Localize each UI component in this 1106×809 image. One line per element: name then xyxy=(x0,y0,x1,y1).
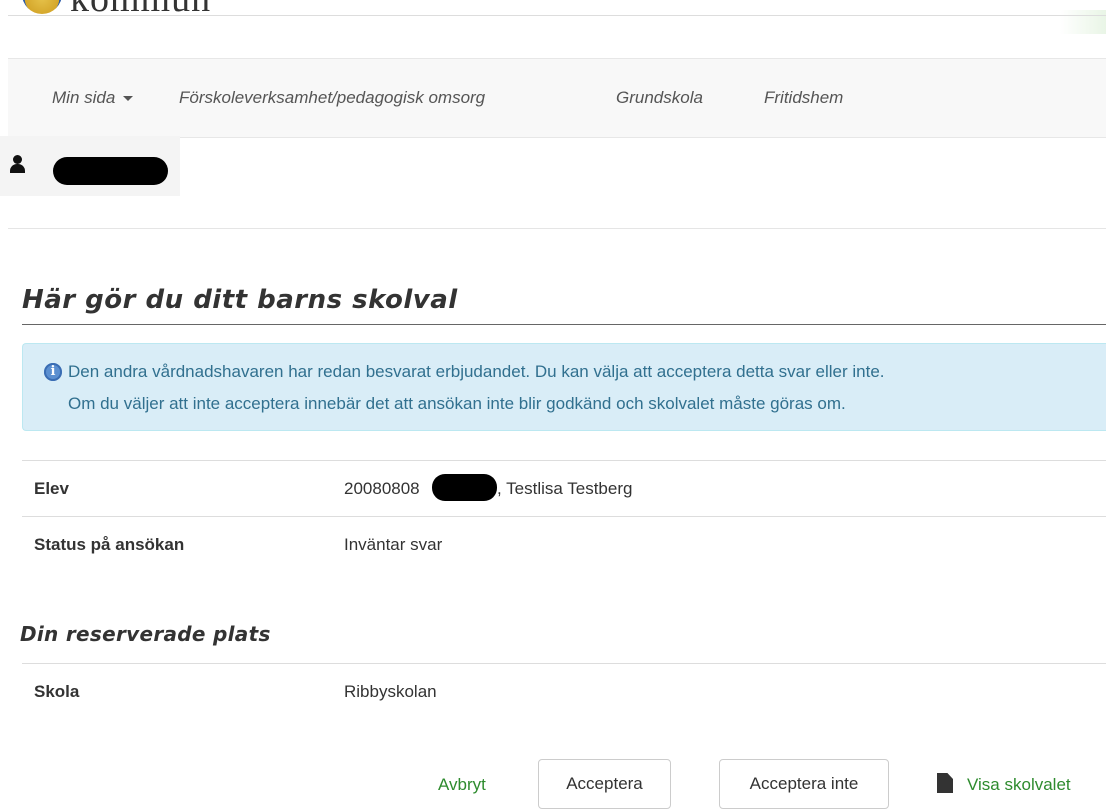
nav-item-label: Min sida xyxy=(52,88,116,107)
value-status: Inväntar svar xyxy=(344,535,443,554)
label-status: Status på ansökan xyxy=(34,535,185,554)
title-underline xyxy=(22,324,1106,325)
value-skola: Ribbyskolan xyxy=(344,682,437,701)
nav-item-min-sida[interactable]: Min sida xyxy=(52,88,134,108)
user-icon xyxy=(13,155,22,164)
value-elev-id: 20080808 xyxy=(344,479,420,498)
user-icon-body xyxy=(10,164,25,173)
header-divider xyxy=(8,15,1106,16)
user-divider xyxy=(8,228,1106,229)
cancel-link[interactable]: Avbryt xyxy=(438,775,486,795)
view-school-choice-link[interactable]: Visa skolvalet xyxy=(967,775,1071,795)
alert-text-line-2: Om du väljer att inte acceptera innebär … xyxy=(68,394,846,413)
row-divider xyxy=(22,663,1106,664)
decline-button[interactable]: Acceptera inte xyxy=(719,759,889,809)
label-skola: Skola xyxy=(34,682,80,701)
municipality-logo[interactable] xyxy=(22,0,62,14)
nav-item-forskoleverksamhet[interactable]: Förskoleverksamhet/pedagogisk omsorg xyxy=(179,88,485,108)
value-elev-name: , Testlisa Testberg xyxy=(497,479,633,498)
label-elev: Elev xyxy=(34,479,69,498)
row-divider xyxy=(22,516,1106,517)
header-accent xyxy=(1060,10,1106,34)
accept-button[interactable]: Acceptera xyxy=(538,759,671,809)
nav-item-grundskola[interactable]: Grundskola xyxy=(616,88,703,108)
page-title: Här gör du ditt barns skolval xyxy=(22,285,458,315)
file-icon xyxy=(937,773,953,793)
info-alert xyxy=(22,343,1106,431)
nav-item-fritidshem[interactable]: Fritidshem xyxy=(764,88,843,108)
alert-text-line-1: Den andra vårdnadshavaren har redan besv… xyxy=(68,362,885,381)
info-icon: i xyxy=(44,363,62,381)
reserved-section-title: Din reserverade plats xyxy=(20,622,271,646)
redacted-user-name xyxy=(53,157,168,185)
main-navbar xyxy=(8,58,1106,138)
redacted-personal-number xyxy=(432,474,497,501)
row-divider xyxy=(22,460,1106,461)
caret-down-icon xyxy=(123,96,134,102)
